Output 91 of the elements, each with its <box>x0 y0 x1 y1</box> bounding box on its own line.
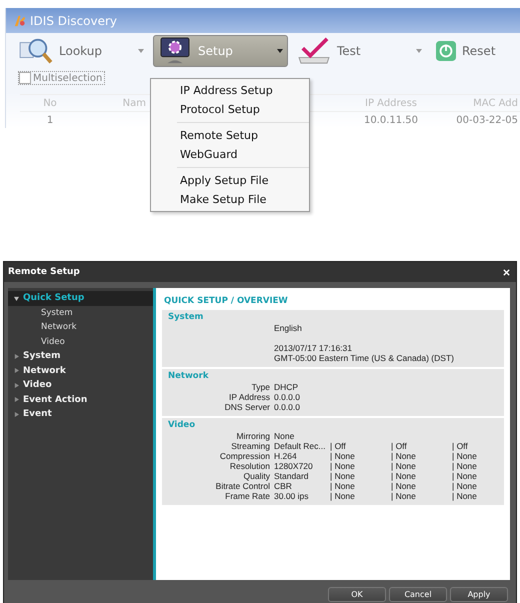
window-title: IDIS Discovery <box>30 14 118 28</box>
collapsed-arrow-icon <box>14 368 19 374</box>
field-label: Frame Rate <box>224 491 271 501</box>
field-value: 0.0.0.0 <box>274 392 301 402</box>
field-label: Streaming <box>230 441 271 451</box>
column-header: Nam <box>122 98 146 108</box>
field-label: Mirroring <box>235 431 271 441</box>
field-value: Default Rec... <box>274 441 326 451</box>
caret-icon <box>416 49 422 53</box>
magnifier-icon <box>19 37 53 65</box>
field-value: CBR <box>274 481 293 491</box>
collapsed-arrow-icon <box>14 412 19 417</box>
caret-icon <box>277 49 283 53</box>
tree-subitem[interactable]: Network <box>8 320 153 334</box>
field-value: | None <box>452 461 477 471</box>
field-value: | Off <box>330 441 347 451</box>
field-value: | None <box>391 491 417 501</box>
field-value: 0.0.0.0 <box>274 402 301 412</box>
field-value: | None <box>330 491 356 501</box>
menu-item[interactable]: Apply Setup File <box>151 171 309 190</box>
collapsed-arrow-icon <box>14 382 19 388</box>
tree-item[interactable]: Video <box>8 378 153 392</box>
menu-item[interactable]: Make Setup File <box>151 190 309 209</box>
section-title: System <box>168 312 204 323</box>
field-value: | None <box>391 451 417 461</box>
menu-item[interactable]: IP Address Setup <box>151 81 309 100</box>
field-value: English <box>274 323 303 333</box>
checkbox[interactable] <box>19 72 31 84</box>
app-logo-icon <box>13 14 26 27</box>
tree-item[interactable]: Event Action <box>8 392 153 407</box>
tree-subitem[interactable]: Video <box>8 334 153 349</box>
power-icon <box>436 41 456 61</box>
field-value: | None <box>452 491 477 501</box>
field-value: DHCP <box>274 382 300 392</box>
menu-item[interactable]: Protocol Setup <box>151 100 309 119</box>
dialog-title: Remote Setup <box>8 267 80 277</box>
field-value: | None <box>330 471 356 481</box>
dialog-button[interactable]: Apply <box>450 587 508 602</box>
field-value: 2013/07/17 17:16:31 <box>274 343 352 353</box>
field-label: Resolution <box>228 461 271 471</box>
check-tray-icon <box>297 37 331 65</box>
menu-item[interactable]: WebGuard <box>151 145 309 164</box>
field-value: | Off <box>452 441 468 451</box>
dialog-button[interactable]: OK <box>328 587 386 602</box>
section-title: Video <box>168 420 196 431</box>
field-label: DNS Server <box>224 402 271 412</box>
field-value: | None <box>330 481 356 491</box>
field-value: | None <box>452 481 477 491</box>
monitor-gear-icon <box>158 37 192 65</box>
close-icon[interactable] <box>503 268 510 276</box>
column-header: IP Address <box>364 98 418 108</box>
column-header: MAC Add <box>472 98 518 108</box>
toolbar-button[interactable]: Test <box>292 35 427 67</box>
field-value: | None <box>452 471 477 481</box>
collapsed-arrow-icon <box>14 397 19 402</box>
field-label: Quality <box>242 471 271 481</box>
toolbar-button[interactable]: Reset <box>431 35 511 67</box>
tree-item[interactable]: Quick Setup <box>8 291 153 306</box>
toolbar-button[interactable]: Lookup <box>14 35 149 67</box>
tree-item[interactable]: System <box>8 349 153 364</box>
field-label: IP Address <box>228 392 271 402</box>
field-value: 1280X720 <box>274 461 314 471</box>
field-value: None <box>274 431 296 441</box>
field-value: | None <box>391 481 417 491</box>
tree-item[interactable]: Network <box>8 364 153 378</box>
field-value: | None <box>330 451 356 461</box>
menu-item[interactable]: Remote Setup <box>151 126 309 145</box>
expanded-arrow-icon <box>14 296 19 301</box>
field-value: | None <box>330 461 356 471</box>
field-value: | Off <box>391 441 408 451</box>
tree-item[interactable]: Event <box>8 407 153 422</box>
table-cell-text: 10.0.11.50 <box>362 114 420 126</box>
table-cell-text: 1 <box>46 114 54 126</box>
field-value: H.264 <box>274 451 298 461</box>
field-value: | None <box>391 471 417 481</box>
page-heading: QUICK SETUP / OVERVIEW <box>164 295 289 308</box>
field-label: Type <box>250 382 271 392</box>
field-value: Standard <box>274 471 310 481</box>
caret-icon <box>138 49 144 53</box>
column-header: No <box>42 98 58 108</box>
collapsed-arrow-icon <box>14 354 19 359</box>
tree-subitem[interactable]: System <box>8 306 153 320</box>
dialog-button[interactable]: Cancel <box>389 587 447 602</box>
field-value: 30.00 ips <box>274 491 310 501</box>
field-label: Bitrate Control <box>214 481 271 491</box>
section-title: Network <box>168 371 210 382</box>
field-label: Compression <box>218 451 271 461</box>
field-value: | None <box>452 451 477 461</box>
field-value: GMT-05:00 Eastern Time (US & Canada) (DST) <box>274 353 454 363</box>
field-value: | None <box>391 461 417 471</box>
table-cell: 00-03-22-05 <box>456 114 518 126</box>
